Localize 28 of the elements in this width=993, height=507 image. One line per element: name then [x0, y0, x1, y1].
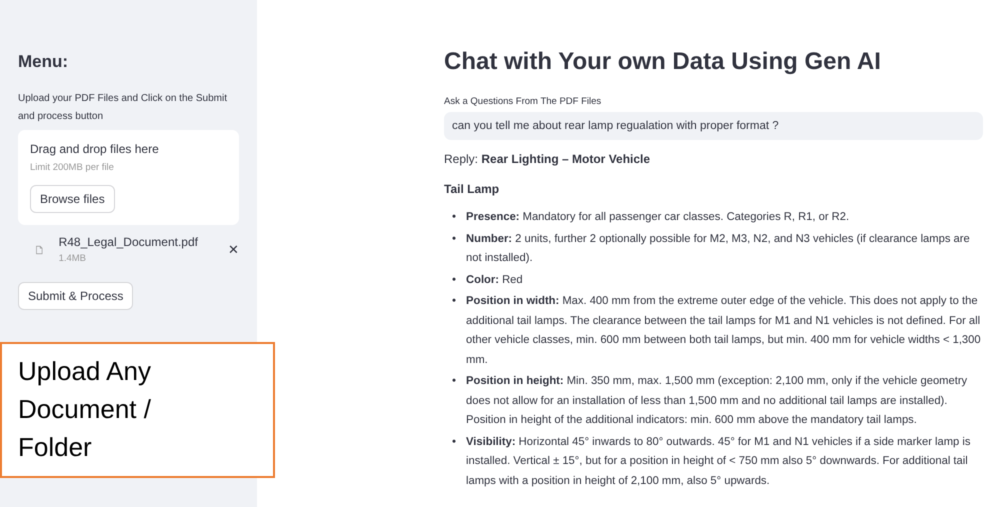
submit-button[interactable]: Submit & Process [18, 282, 134, 310]
section-heading: Tail Lamp [444, 182, 500, 196]
question-field[interactable]: can you tell me about rear lamp regualation with proper format ? [444, 112, 983, 140]
bullet-item: Presence: Mandatory for all passenger car classes. Categories R, R1, or R2. [466, 210, 850, 225]
question-label: Ask a Questions From The PDF Files [444, 96, 602, 107]
reply-text: Reply: Rear Lighting – Motor Vehicle [444, 152, 652, 166]
close-button[interactable]: ✕ [228, 242, 239, 257]
bullet-item: Position in height: Min. 350 mm, max. 1,500 mm (exception: 2,100 mm, only if the vehicle geometry does not allow for an installation of less than 1,500 mm and no additional tail lamps are installed). Position in height of the additional indicators: min. 600 mm above the mandatory tail lamps. [466, 374, 968, 428]
page-title: Chat with Your own Data Using Gen AI [444, 48, 882, 76]
file-dropzone[interactable]: Drag and drop files here Limit 200MB per file Browse files [18, 130, 239, 225]
bullet-marker: • [452, 374, 456, 389]
bullet-item: Number: 2 units, further 2 optionally possible for M2, M3, N2, and N3 vehicles (if clearance lamps are not installed). [466, 232, 971, 266]
bullet-marker: • [452, 210, 456, 225]
file-size: 1.4MB [58, 253, 88, 264]
sidebar-title: Menu: [18, 52, 70, 72]
instructions-text: Upload your PDF Files and Click on the Submit and process button [18, 92, 228, 124]
dropzone-label: Drag and drop files here [30, 142, 160, 156]
file-name: R48_Legal_Document.pdf [58, 235, 198, 249]
bullet-item: Color: Red [466, 272, 523, 288]
bullet-marker: • [452, 232, 456, 246]
bullet-item: Visibility: Horizontal 45° inwards to 80° outwards. 45° for M1 and N1 vehicles if a side marker lamp is installed. Vertical ± 15°, but for a position in height of < 750 mm also 5° downwards. For additional tail lamps with a position in height of 2,100 mm, also 5° upwards. [466, 434, 972, 488]
bullet-marker: • [452, 272, 456, 288]
bullet-marker: • [452, 434, 456, 450]
browse-files-button[interactable]: Browse files [30, 185, 115, 213]
bullet-item: Position in width: Max. 400 mm from the extreme outer edge of the vehicle. This does not apply to the additional tail lamps. The clearance between the tail lamps for M1 and N1 vehicles is not defined. For all other vehicle classes, min. 600 mm between both tail lamps, but min. 400 mm for vehicle widths < 1,300 mm. [466, 294, 982, 368]
bullet-marker: • [452, 294, 456, 309]
callout-text: Upload Any Document / Folder [0, 342, 275, 478]
size-limit-text: Limit 200MB per file [30, 162, 115, 173]
